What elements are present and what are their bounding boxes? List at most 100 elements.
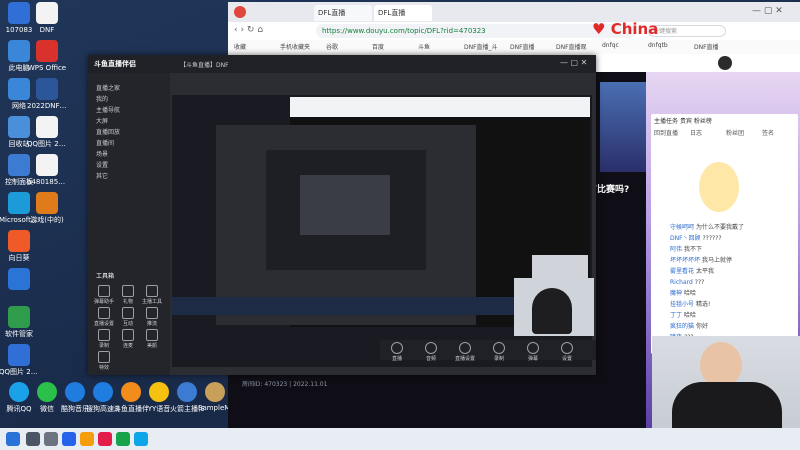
- app-sidebar-item[interactable]: 直播回放: [96, 127, 120, 136]
- network-icon: [8, 78, 30, 100]
- app-sidebar-item[interactable]: 我的: [96, 94, 108, 103]
- game-icon: [36, 192, 58, 214]
- chat-username[interactable]: 魔神: [670, 290, 682, 297]
- room-id: 房间ID: 470323: [242, 381, 288, 388]
- address-input[interactable]: https://www.douyu.com/topic/DFL?rid=4703…: [316, 24, 636, 38]
- window-controls[interactable]: — ▢ ✕: [752, 6, 783, 16]
- desktop-icon[interactable]: WPS Office: [27, 40, 67, 73]
- browser-logo-icon: [234, 6, 246, 18]
- bookmark-item[interactable]: DNF直播观: [556, 42, 587, 51]
- app-sidebar-item[interactable]: 其它: [96, 171, 108, 180]
- app-sidebar-item[interactable]: 直播间: [96, 138, 114, 147]
- search-icon[interactable]: [26, 432, 40, 446]
- chat-action-button[interactable]: 粉丝团: [726, 128, 744, 137]
- app-tool-button[interactable]: 推流: [142, 307, 162, 327]
- chat-username[interactable]: Richard: [670, 279, 693, 286]
- bookmark-item[interactable]: 斗鱼: [418, 42, 430, 51]
- search-input[interactable]: 一键搜索: [648, 25, 726, 37]
- bookmark-item[interactable]: dnfqtb: [648, 42, 668, 49]
- qq-icon: [9, 382, 29, 402]
- app-tool-button[interactable]: 主播工具: [142, 285, 162, 305]
- app-control-button[interactable]: 设置: [556, 342, 578, 362]
- app-control-button[interactable]: 弹幕: [522, 342, 544, 362]
- bookmark-item[interactable]: DNF直播: [694, 42, 719, 51]
- app-sidebar-item[interactable]: 设置: [96, 160, 108, 169]
- desktop-icon[interactable]: 2022DNF职业强化值: [27, 78, 67, 111]
- taskbar-app-icon[interactable]: [62, 432, 76, 446]
- desktop-icon-label: 游戏(中的): [30, 216, 64, 224]
- tab-label: DFL直播: [378, 9, 406, 17]
- chat-action-button[interactable]: 签名: [762, 128, 774, 137]
- tab-dfl-1[interactable]: DFL直播: [314, 5, 372, 21]
- app-tool-button[interactable]: 互动: [118, 307, 138, 327]
- tool-label: 推流: [146, 321, 157, 327]
- app-control-button[interactable]: 录制: [488, 342, 510, 362]
- taskbar-app-icon[interactable]: [134, 432, 148, 446]
- task-view-icon[interactable]: [44, 432, 58, 446]
- app-sidebar-item[interactable]: 场景: [96, 149, 108, 158]
- chat-tab: 贵宾: [679, 118, 692, 125]
- chat-username[interactable]: DNF丶回顾: [670, 235, 701, 242]
- app-window-controls[interactable]: — ▢ ✕: [560, 58, 587, 67]
- app-sidebar-item[interactable]: 主播导航: [96, 105, 120, 114]
- app-tool-button[interactable]: 美颜: [142, 329, 162, 349]
- bookmark-item[interactable]: DNF直播_斗: [464, 42, 498, 51]
- bookmark-item[interactable]: 百度: [372, 42, 384, 51]
- desktop-icon-label: QQ图片 2022101...: [27, 140, 67, 148]
- app-tool-button[interactable]: 弹幕助手: [94, 285, 114, 305]
- tab-dfl-2[interactable]: DFL直播: [374, 5, 432, 21]
- app-tool-button[interactable]: 礼物: [118, 285, 138, 305]
- tool-icon: [98, 351, 110, 363]
- start-icon[interactable]: [6, 432, 20, 446]
- desktop-icon[interactable]: b4801855...: [27, 154, 67, 187]
- taskbar-app-icon[interactable]: [98, 432, 112, 446]
- desktop-icon[interactable]: QQ图片 2022101...: [27, 116, 67, 149]
- bookmark-item[interactable]: dnfqc: [602, 42, 619, 49]
- desktop-icon[interactable]: [2, 268, 36, 292]
- chat-username[interactable]: 疯狂的猫: [670, 323, 694, 330]
- chat-username[interactable]: 丁丁: [670, 312, 682, 319]
- kugou-icon: [65, 382, 85, 402]
- chat-action-button[interactable]: 回到直播: [654, 128, 678, 137]
- taskbar-app-icon[interactable]: [116, 432, 130, 446]
- bookmark-item[interactable]: DNF直播: [510, 42, 535, 51]
- tab-label: DFL直播: [318, 9, 346, 17]
- app-tool-button[interactable]: 连麦: [118, 329, 138, 349]
- chat-username[interactable]: 阿伟: [670, 246, 682, 253]
- app-control-button[interactable]: 直播: [386, 342, 408, 362]
- chat-message: DNF丶回顾 ??????: [654, 233, 795, 244]
- tool-label: 美颜: [146, 343, 157, 349]
- desktop-icon[interactable]: QQ图片 2022...: [0, 344, 39, 377]
- app-tool-button[interactable]: 直播设置: [94, 307, 114, 327]
- chat-tabs[interactable]: 主播任务 贵宾 粉丝榜: [654, 116, 712, 125]
- app-tool-button[interactable]: 特效: [94, 351, 114, 371]
- bookmark-item[interactable]: 谷歌: [326, 42, 338, 51]
- tool-label: 直播设置: [94, 321, 115, 327]
- avatar[interactable]: [718, 56, 732, 70]
- nav-buttons[interactable]: ‹ › ↻ ⌂: [234, 25, 263, 35]
- desktop-shortcut[interactable]: SampleModel1: [198, 382, 232, 412]
- app-sidebar-item[interactable]: 直播之家: [96, 83, 120, 92]
- chat-username[interactable]: 挂毯小号: [670, 301, 694, 308]
- app-control-button[interactable]: 音频: [420, 342, 442, 362]
- tool-label: 录制: [98, 343, 109, 349]
- chat-action-button[interactable]: 日志: [690, 128, 702, 137]
- app-webcam-preview: [514, 278, 594, 336]
- desktop-icon-label: WPS Office: [27, 64, 67, 72]
- taskbar-app-icon[interactable]: [80, 432, 94, 446]
- app-control-button[interactable]: 直播设置: [454, 342, 476, 362]
- desktop-icon[interactable]: DNF: [30, 2, 64, 35]
- desktop-icon[interactable]: 向日葵: [2, 230, 36, 263]
- desktop-icon[interactable]: 游戏(中的): [30, 192, 64, 225]
- mascot-image: [699, 162, 739, 212]
- bookmark-item[interactable]: 收藏: [234, 42, 246, 51]
- bookmark-item[interactable]: 手机收藏夹: [280, 42, 310, 51]
- wps-icon: [36, 40, 58, 62]
- chat-username[interactable]: 雾里看花: [670, 268, 694, 275]
- app-tool-button[interactable]: 录制: [94, 329, 114, 349]
- word-doc-icon: [36, 78, 58, 100]
- desktop-icon[interactable]: 软件管家: [2, 306, 36, 339]
- chat-username[interactable]: 守候呵呵: [670, 224, 694, 231]
- app-sidebar-item[interactable]: 大屏: [96, 116, 108, 125]
- chat-username[interactable]: 坏坏坏坏坏: [670, 257, 700, 264]
